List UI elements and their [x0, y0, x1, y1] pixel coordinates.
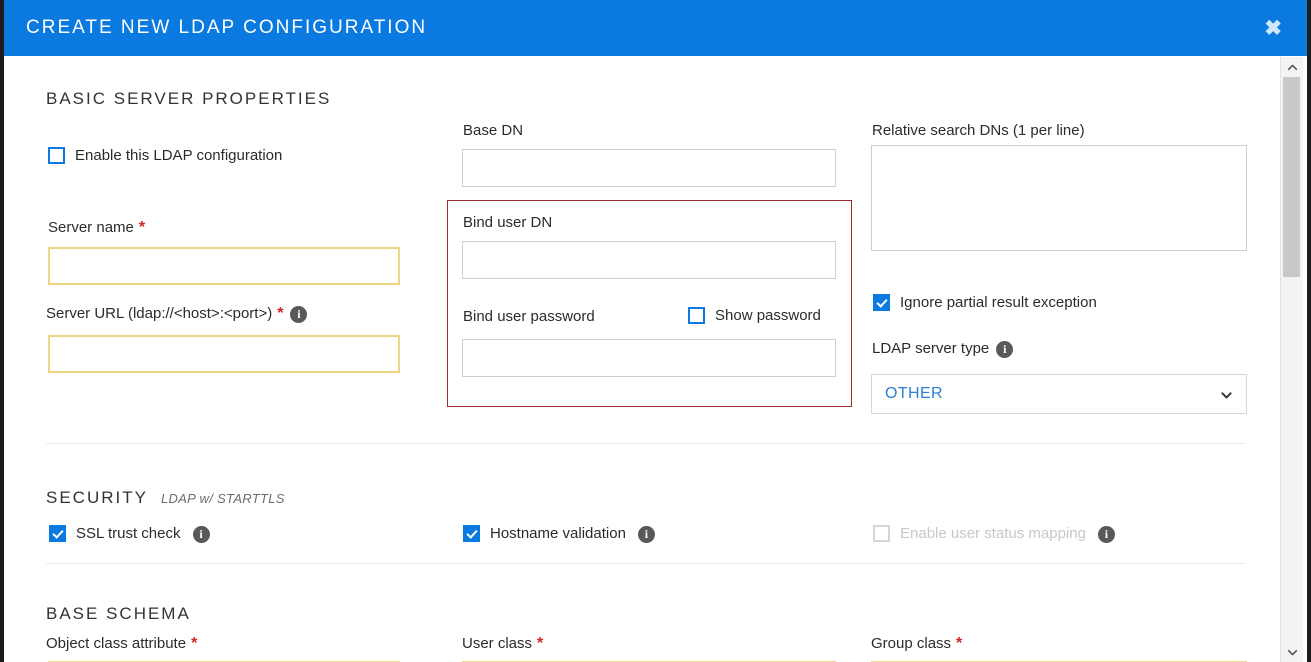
divider-security-schema: [46, 563, 1246, 564]
scroll-down-button[interactable]: [1281, 642, 1303, 662]
base-dn-label: Base DN: [463, 122, 524, 139]
user-class-label: User class *: [462, 635, 543, 652]
object-class-attribute-label-text: Object class attribute: [46, 635, 187, 652]
server-name-input[interactable]: [48, 247, 400, 285]
close-icon[interactable]: ✖: [1264, 18, 1307, 39]
section-heading-base-schema: BASE SCHEMA: [46, 604, 191, 623]
ignore-partial-result-label: Ignore partial result exception: [900, 294, 1097, 311]
hostname-validation-info-icon[interactable]: i: [637, 526, 655, 543]
bind-user-password-label: Bind user password: [463, 308, 595, 325]
show-password-checkbox-row[interactable]: Show password: [688, 307, 821, 324]
user-status-mapping-info-icon[interactable]: i: [1097, 526, 1115, 543]
chevron-up-icon: [1287, 64, 1297, 70]
show-password-label: Show password: [715, 307, 821, 324]
scroll-up-button[interactable]: [1281, 57, 1303, 77]
dialog-content: BASIC SERVER PROPERTIES Enable this LDAP…: [4, 57, 1281, 662]
ssl-trust-check-info-icon[interactable]: i: [192, 526, 210, 543]
ssl-trust-check-checkbox[interactable]: [49, 525, 66, 542]
hostname-validation-checkbox[interactable]: [463, 525, 480, 542]
ignore-partial-result-checkbox-row[interactable]: Ignore partial result exception: [873, 294, 1097, 311]
hostname-validation-label: Hostname validation: [490, 525, 626, 542]
relative-search-dns-label: Relative search DNs (1 per line): [872, 122, 1085, 139]
user-status-mapping-checkbox: [873, 525, 890, 542]
server-url-info-icon[interactable]: i: [290, 306, 308, 323]
enable-ldap-checkbox-row[interactable]: Enable this LDAP configuration: [48, 147, 282, 164]
user-class-required-marker: *: [537, 635, 544, 652]
ssl-trust-check-label: SSL trust check: [76, 525, 181, 542]
enable-ldap-label: Enable this LDAP configuration: [75, 147, 283, 164]
group-class-label: Group class *: [871, 635, 962, 652]
divider-basic-security: [46, 443, 1246, 444]
user-status-mapping-row: Enable user status mapping i: [873, 525, 1115, 543]
server-name-label: Server name *: [48, 219, 145, 236]
group-class-required-marker: *: [956, 635, 963, 652]
show-password-checkbox[interactable]: [688, 307, 705, 324]
object-class-attribute-required-marker: *: [191, 635, 198, 652]
enable-ldap-checkbox[interactable]: [48, 147, 65, 164]
dialog-titlebar: CREATE NEW LDAP CONFIGURATION ✖: [4, 0, 1307, 56]
ldap-configuration-dialog: CREATE NEW LDAP CONFIGURATION ✖ BASIC SE…: [0, 0, 1311, 662]
object-class-attribute-label: Object class attribute *: [46, 635, 197, 652]
relative-search-dns-textarea[interactable]: [871, 145, 1247, 251]
section-subheading-security: LDAP w/ STARTTLS: [160, 491, 285, 506]
chevron-down-icon: [1287, 649, 1297, 655]
server-url-input[interactable]: [48, 335, 400, 373]
ldap-server-type-label: LDAP server type i: [872, 340, 1014, 358]
bind-user-password-input[interactable]: [462, 339, 836, 377]
scrollbar-thumb[interactable]: [1283, 77, 1300, 277]
section-heading-security-row: SECURITY LDAP w/ STARTTLS: [46, 488, 285, 508]
chevron-down-icon: [1221, 392, 1232, 399]
server-name-label-text: Server name: [48, 219, 134, 236]
section-heading-basic: BASIC SERVER PROPERTIES: [46, 89, 332, 108]
group-class-label-text: Group class: [871, 635, 952, 652]
user-class-label-text: User class: [462, 635, 533, 652]
hostname-validation-row[interactable]: Hostname validation i: [463, 525, 655, 543]
ldap-server-type-select[interactable]: OTHER: [871, 374, 1247, 414]
dialog-title: CREATE NEW LDAP CONFIGURATION: [26, 17, 428, 38]
server-name-required-marker: *: [138, 219, 146, 236]
server-url-label: Server URL (ldap://<host>:<port>) * i: [46, 305, 308, 323]
ldap-server-type-info-icon[interactable]: i: [996, 341, 1014, 358]
section-heading-security: SECURITY: [46, 488, 148, 507]
bind-user-dn-label: Bind user DN: [463, 214, 553, 231]
ldap-server-type-label-text: LDAP server type: [872, 340, 990, 357]
server-url-label-text: Server URL (ldap://<host>:<port>): [46, 305, 273, 322]
form-body: BASIC SERVER PROPERTIES Enable this LDAP…: [4, 57, 1281, 662]
ssl-trust-check-row[interactable]: SSL trust check i: [49, 525, 210, 543]
server-url-required-marker: *: [277, 305, 284, 322]
ignore-partial-result-checkbox[interactable]: [873, 294, 890, 311]
vertical-scrollbar[interactable]: [1280, 57, 1303, 662]
user-status-mapping-label: Enable user status mapping: [900, 525, 1086, 542]
ldap-server-type-value: OTHER: [885, 385, 943, 402]
base-dn-input[interactable]: [462, 149, 836, 187]
bind-user-dn-input[interactable]: [462, 241, 836, 279]
